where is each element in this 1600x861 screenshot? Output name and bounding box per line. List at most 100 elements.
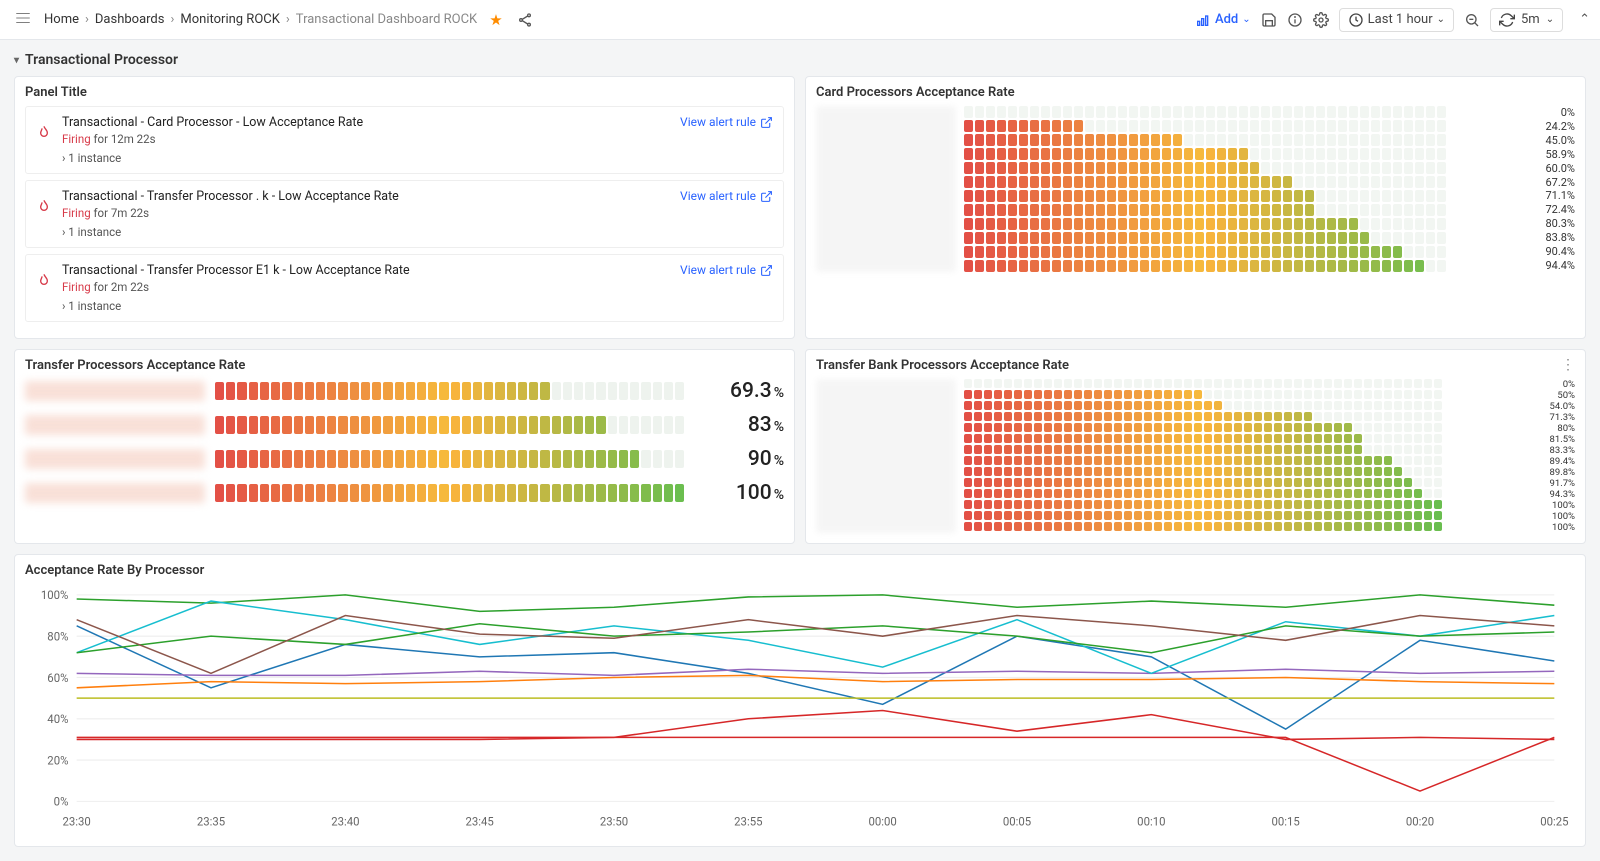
- refresh-button[interactable]: 5m ⌄: [1490, 8, 1563, 32]
- fire-icon: [36, 199, 52, 219]
- panel-title: Transfer Bank Processors Acceptance Rate: [816, 358, 1575, 373]
- svg-text:00:00: 00:00: [869, 814, 897, 828]
- view-alert-rule-link[interactable]: View alert rule: [680, 263, 773, 277]
- svg-text:00:25: 00:25: [1540, 814, 1569, 828]
- bar-gauges: 69.3% 83% 90% 100%: [25, 379, 784, 505]
- info-icon[interactable]: [1287, 12, 1303, 28]
- value-labels: 0%50%54.0%71.3%80%81.5%83.3%89.4%89.8%91…: [1539, 379, 1575, 533]
- breadcrumb-home[interactable]: Home: [44, 12, 79, 27]
- settings-icon[interactable]: [1313, 12, 1329, 28]
- svg-text:00:05: 00:05: [1003, 814, 1032, 828]
- gauge-value: 90%: [694, 447, 784, 471]
- zoom-out-icon[interactable]: [1464, 12, 1480, 28]
- alert-status: Firing for 2m 22s: [62, 280, 149, 294]
- caret-down-icon: ▾: [14, 55, 19, 66]
- favorite-star-icon[interactable]: ★: [489, 11, 502, 29]
- fire-icon: [36, 273, 52, 293]
- legend-area: [816, 106, 956, 272]
- chevron-right-icon: ›: [286, 12, 290, 27]
- gauge-track[interactable]: [215, 484, 684, 502]
- gauge-label: [25, 483, 205, 503]
- view-alert-rule-link[interactable]: View alert rule: [680, 115, 773, 129]
- view-alert-rule-link[interactable]: View alert rule: [680, 189, 773, 203]
- panel-title: Transfer Processors Acceptance Rate: [25, 358, 784, 373]
- alert-status: Firing for 12m 22s: [62, 132, 156, 146]
- gauge-row: 90%: [25, 447, 784, 471]
- alert-item[interactable]: Transactional - Card Processor - Low Acc…: [25, 106, 784, 174]
- alert-list: Transactional - Card Processor - Low Acc…: [25, 106, 784, 322]
- section-header[interactable]: ▾ Transactional Processor: [14, 52, 1586, 68]
- share-icon[interactable]: [517, 12, 533, 28]
- gauge-label: [25, 449, 205, 469]
- section-title: Transactional Processor: [25, 52, 178, 68]
- menu-button[interactable]: [10, 5, 36, 35]
- gauge-label: [25, 415, 205, 435]
- panel-title: Acceptance Rate By Processor: [25, 563, 1575, 578]
- svg-text:23:35: 23:35: [197, 814, 226, 828]
- alert-item[interactable]: Transactional - Transfer Processor E1 k …: [25, 254, 784, 322]
- gauge-track[interactable]: [215, 382, 684, 400]
- panel-title: Card Processors Acceptance Rate: [816, 85, 1575, 100]
- chevron-right-icon: ›: [170, 12, 174, 27]
- chevron-down-icon: ⌄: [1546, 14, 1554, 25]
- svg-text:00:15: 00:15: [1272, 814, 1301, 828]
- gauge-row: 69.3%: [25, 379, 784, 403]
- gauge-value: 83%: [694, 413, 784, 437]
- alert-name: Transactional - Card Processor - Low Acc…: [62, 115, 773, 130]
- chevron-right-icon: ›: [85, 12, 89, 27]
- svg-text:23:30: 23:30: [63, 814, 91, 828]
- svg-text:00:20: 00:20: [1406, 814, 1434, 828]
- alert-instances: › 1 instance: [62, 225, 773, 239]
- time-range-picker[interactable]: Last 1 hour ⌄: [1339, 8, 1454, 32]
- fire-icon: [36, 125, 52, 145]
- gauge-track[interactable]: [215, 416, 684, 434]
- svg-text:23:55: 23:55: [734, 814, 763, 828]
- heatmap-card[interactable]: [964, 106, 1517, 272]
- panel-menu-icon[interactable]: ⋮: [1561, 358, 1575, 372]
- svg-text:23:45: 23:45: [466, 814, 495, 828]
- chevron-down-icon: ⌄: [1242, 14, 1250, 25]
- alert-name: Transactional - Transfer Processor E1 k …: [62, 263, 773, 278]
- panel-transfer-rate: Transfer Processors Acceptance Rate 69.3…: [14, 349, 795, 544]
- save-icon[interactable]: [1261, 12, 1277, 28]
- svg-text:100%: 100%: [41, 588, 69, 602]
- alert-item[interactable]: Transactional - Transfer Processor . k -…: [25, 180, 784, 248]
- alert-name: Transactional - Transfer Processor . k -…: [62, 189, 773, 204]
- svg-text:80%: 80%: [47, 629, 69, 643]
- panel-line-chart: Acceptance Rate By Processor 0% 20% 40% 60%…: [14, 554, 1586, 847]
- gauge-value: 100%: [694, 481, 784, 505]
- heatmap-bank[interactable]: [964, 379, 1531, 533]
- panel-alerts: Panel Title Transactional - Card Process…: [14, 76, 795, 339]
- svg-text:20%: 20%: [47, 753, 69, 767]
- value-labels: 0%24.2%45.0%58.9%60.0%67.2%71.1%72.4%80.…: [1525, 106, 1575, 272]
- gauge-label: [25, 381, 205, 401]
- svg-text:23:40: 23:40: [331, 814, 359, 828]
- panel-title: Panel Title: [25, 85, 784, 100]
- breadcrumb-current: Transactional Dashboard ROCK: [296, 12, 477, 27]
- svg-text:00:10: 00:10: [1137, 814, 1165, 828]
- gauge-row: 100%: [25, 481, 784, 505]
- panel-card-rate: Card Processors Acceptance Rate 0%24.2%4…: [805, 76, 1586, 339]
- svg-text:40%: 40%: [47, 712, 69, 726]
- alert-instances: › 1 instance: [62, 299, 773, 313]
- gauge-value: 69.3%: [694, 379, 784, 403]
- breadcrumb-dashboards[interactable]: Dashboards: [95, 12, 165, 27]
- refresh-interval: 5m: [1521, 12, 1540, 27]
- svg-text:60%: 60%: [47, 671, 69, 685]
- topbar-right: Add ⌄ Last 1 hour ⌄ 5m ⌄ ⌃: [1195, 8, 1590, 32]
- time-range-label: Last 1 hour: [1368, 12, 1433, 27]
- gauge-track[interactable]: [215, 450, 684, 468]
- legend-area: [816, 379, 956, 533]
- gauge-row: 83%: [25, 413, 784, 437]
- breadcrumb: Home › Dashboards › Monitoring ROCK › Tr…: [44, 12, 477, 27]
- breadcrumb-monitoring[interactable]: Monitoring ROCK: [180, 12, 280, 27]
- panel-bank-rate: ⋮ Transfer Bank Processors Acceptance Ra…: [805, 349, 1586, 544]
- alert-instances: › 1 instance: [62, 151, 773, 165]
- topbar: Home › Dashboards › Monitoring ROCK › Tr…: [0, 0, 1600, 40]
- svg-text:23:50: 23:50: [600, 814, 628, 828]
- collapse-icon[interactable]: ⌃: [1579, 12, 1590, 27]
- svg-text:0%: 0%: [54, 794, 69, 808]
- chevron-down-icon: ⌄: [1437, 14, 1445, 25]
- line-chart[interactable]: 0% 20% 40% 60% 80% 100% 23:30 23:35 23:40 23:45 23…: [25, 584, 1575, 834]
- add-button[interactable]: Add ⌄: [1195, 12, 1251, 28]
